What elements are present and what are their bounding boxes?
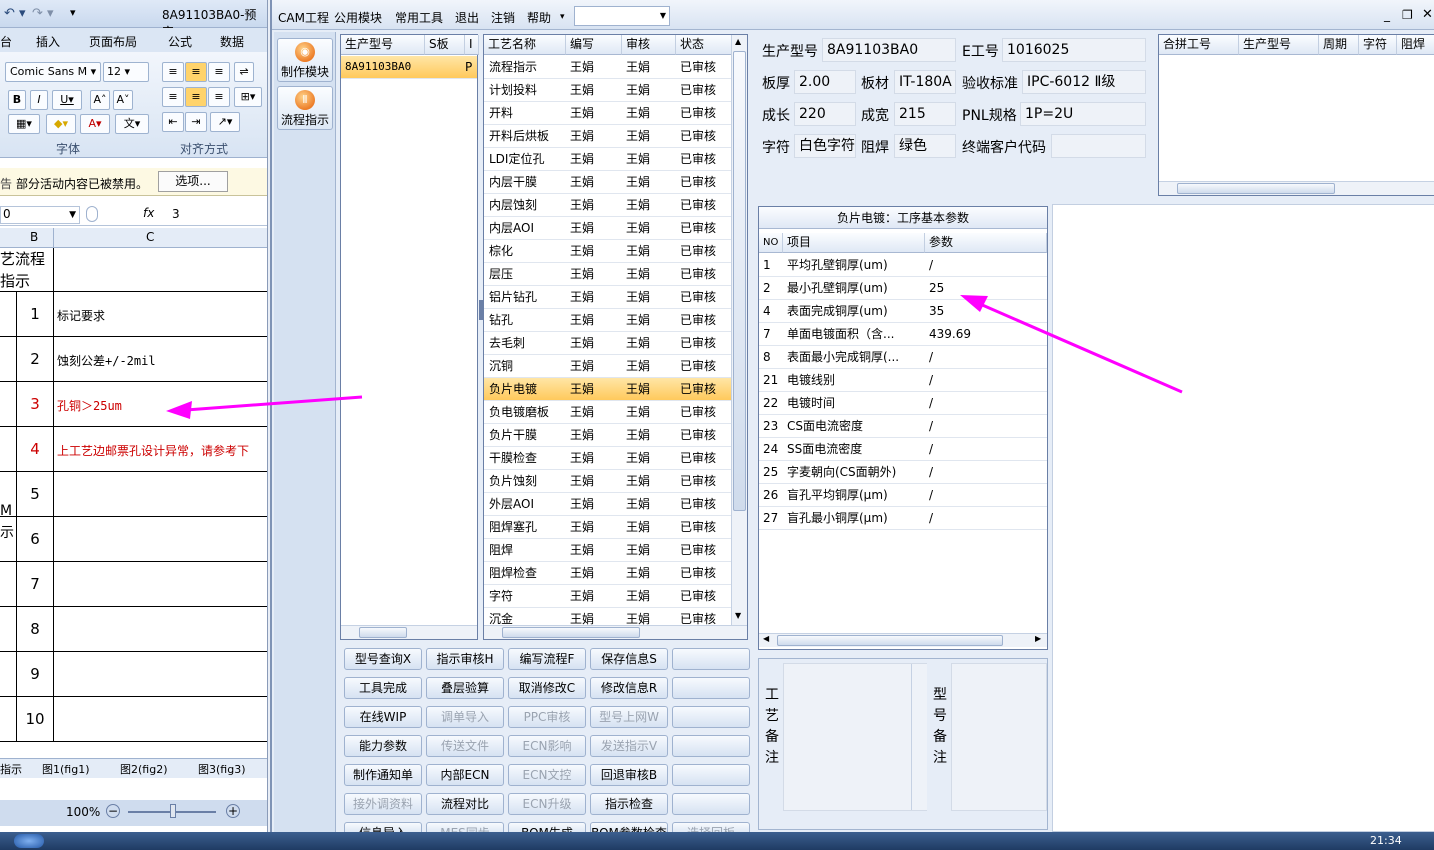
- annotation-overlay: [166, 295, 1183, 419]
- arrow-right-line: [979, 302, 1183, 394]
- arrow-left-head: [166, 401, 192, 419]
- taskbar: 21:34: [0, 832, 1434, 850]
- arrow-left-line: [185, 395, 363, 412]
- start-button[interactable]: [14, 834, 44, 848]
- arrow-right-head: [960, 295, 988, 312]
- clock: 21:34: [1370, 834, 1402, 847]
